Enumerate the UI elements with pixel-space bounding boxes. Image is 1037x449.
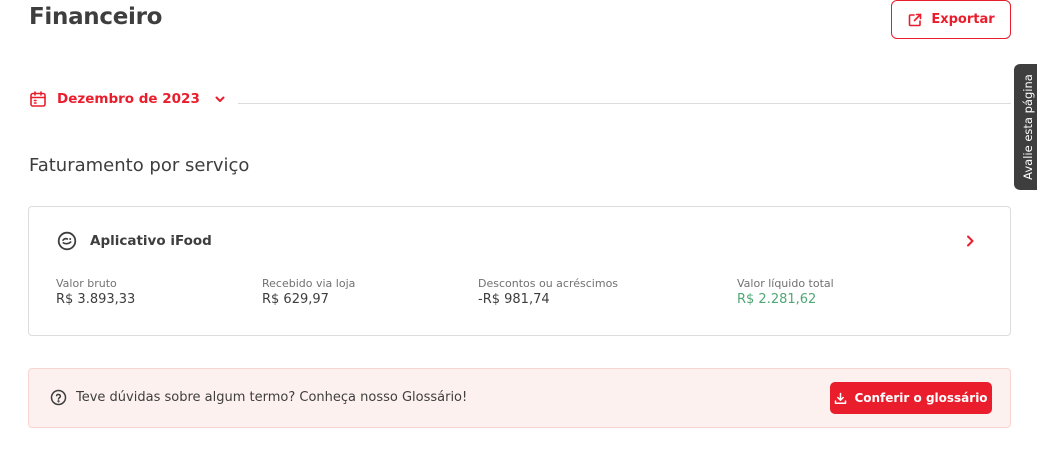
metric-label: Valor líquido total: [737, 277, 834, 290]
metric-received-store: Recebido via loja R$ 629,97: [262, 277, 355, 308]
metric-gross: Valor bruto R$ 3.893,33: [56, 277, 135, 308]
glossary-banner-text: Teve dúvidas sobre algum termo? Conheça …: [76, 390, 468, 405]
glossary-banner-message: Teve dúvidas sobre algum termo? Conheça …: [50, 389, 467, 406]
service-card-header: Aplicativo iFood: [57, 231, 212, 251]
ifood-logo-icon: [57, 231, 77, 251]
feedback-tab-label: Avalie esta página: [1021, 74, 1035, 180]
month-selector-label: Dezembro de 2023: [57, 91, 200, 107]
metric-label: Descontos ou acréscimos: [478, 277, 619, 290]
period-divider: [238, 103, 1011, 104]
metric-net-total: Valor líquido total R$ 2.281,62: [737, 277, 834, 308]
metric-discounts: Descontos ou acréscimos -R$ 981,74: [478, 277, 618, 308]
export-button-label: Exportar: [931, 12, 995, 27]
month-selector[interactable]: Dezembro de 2023: [29, 86, 226, 112]
metric-value: R$ 2.281,62: [737, 292, 817, 307]
page-title: Financeiro: [29, 4, 163, 30]
service-card[interactable]: Aplicativo iFood Valor bruto R$ 3.893,33…: [28, 206, 1011, 336]
metric-value: R$ 629,97: [262, 292, 329, 307]
chevron-right-icon[interactable]: [963, 233, 977, 247]
metric-value: -R$ 981,74: [478, 292, 550, 307]
section-title: Faturamento por serviço: [29, 155, 250, 176]
period-row: Dezembro de 2023: [29, 86, 1011, 112]
glossary-banner: Teve dúvidas sobre algum termo? Conheça …: [28, 368, 1011, 428]
chevron-down-icon: [214, 93, 226, 105]
question-circle-icon: [50, 389, 67, 406]
download-icon: [834, 392, 847, 405]
external-link-icon: [907, 12, 923, 28]
metric-label: Valor bruto: [56, 277, 117, 290]
glossary-button[interactable]: Conferir o glossário: [830, 382, 992, 414]
metric-label: Recebido via loja: [262, 277, 356, 290]
calendar-icon: [29, 90, 47, 108]
export-button[interactable]: Exportar: [891, 0, 1011, 39]
feedback-tab[interactable]: Avalie esta página: [1014, 64, 1037, 190]
glossary-button-label: Conferir o glossário: [854, 391, 988, 405]
service-name: Aplicativo iFood: [90, 233, 212, 249]
metric-value: R$ 3.893,33: [56, 292, 136, 307]
